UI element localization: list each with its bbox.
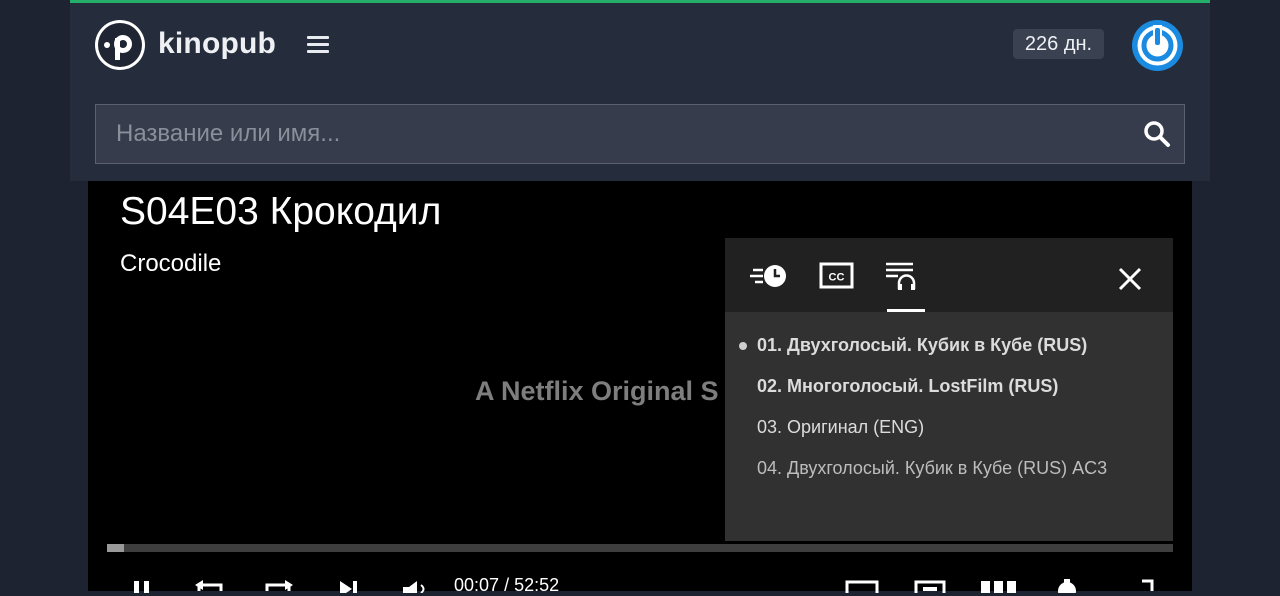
brand-name[interactable]: kinopub [158,27,276,61]
audio-tracks-icon [886,262,916,290]
power-icon [1137,25,1178,66]
selected-track-bullet [739,342,747,350]
active-tab-indicator [887,309,925,312]
kinopub-logo-icon[interactable] [95,20,145,70]
video-player[interactable]: S04E03 Крокодил Crocodile A Netflix Orig… [88,181,1192,595]
settings-panel-header: CC [725,238,1173,312]
tab-subtitles[interactable]: CC [812,256,862,296]
power-button[interactable] [1132,20,1183,71]
site-header: kinopub 226 дн. [70,0,1210,181]
seek-bar[interactable] [107,544,1173,552]
search-icon[interactable] [1143,120,1171,148]
episode-title: S04E03 Крокодил [120,190,442,233]
episode-original-title: Crocodile [120,250,222,277]
current-time: 00:07 [454,575,500,595]
audio-track-item[interactable]: 04. Двухголосый. Кубик в Кубе (RUS) AC3 [757,458,1107,479]
seek-bar-progress [107,544,125,552]
tab-playback-speed[interactable] [747,256,797,296]
time-separator: / [504,575,510,595]
video-frame-text: A Netflix Original S [475,376,719,406]
audio-settings-panel: CC 01. Двухголосый. Кубик в Кубе (RUS) 0… [725,238,1173,541]
subscription-days-badge: 226 дн. [1013,29,1104,59]
search-box [95,104,1185,164]
playback-time: 00:07 / 52:52 [454,575,559,596]
audio-track-item[interactable]: 03. Оригинал (ENG) [757,417,924,438]
header-accent-line [70,0,1210,3]
speed-icon [750,265,786,287]
total-time: 52:52 [514,575,560,595]
svg-text:CC: CC [829,272,845,284]
tab-audio-tracks[interactable] [880,256,930,296]
subtitles-icon: CC [819,262,854,289]
close-icon[interactable] [1115,264,1145,294]
hamburger-menu-icon[interactable] [307,36,329,54]
audio-track-item[interactable]: 02. Многоголосый. LostFilm (RUS) [757,376,1058,397]
audio-track-item[interactable]: 01. Двухголосый. Кубик в Кубе (RUS) [757,335,1087,356]
search-input[interactable] [96,105,1136,163]
